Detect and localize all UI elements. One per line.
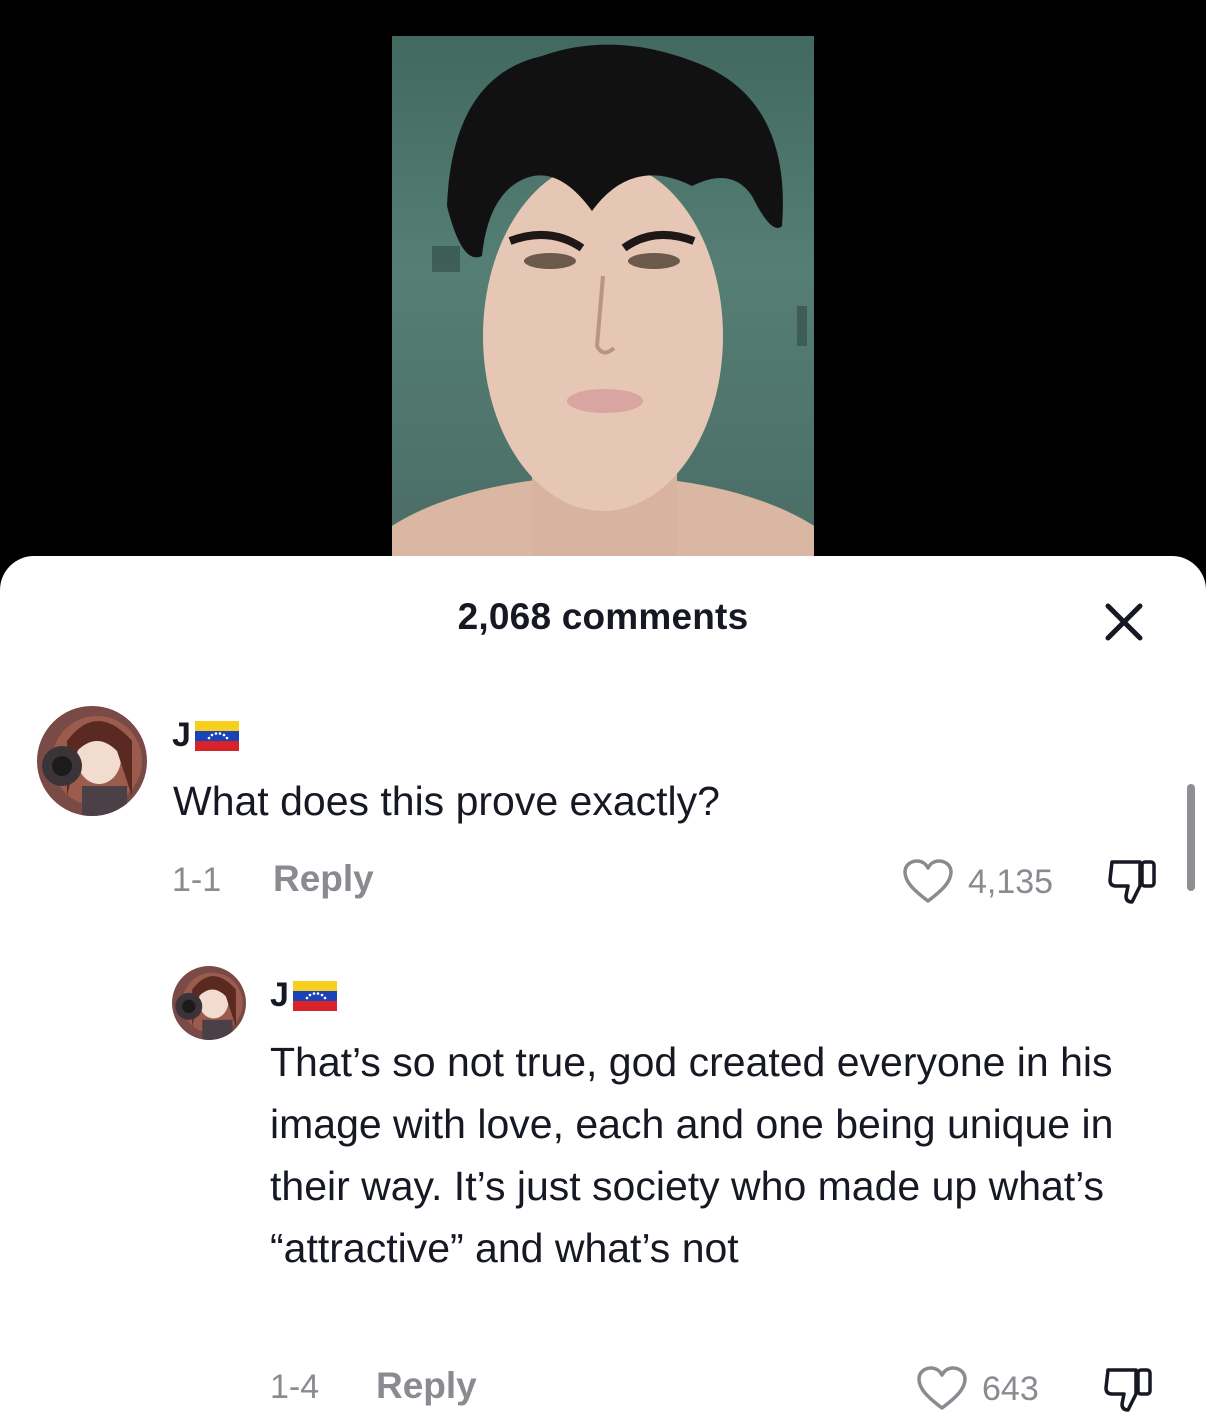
video-player[interactable]: [0, 0, 1206, 580]
avatar[interactable]: [37, 706, 147, 816]
heart-icon: [917, 1366, 967, 1410]
like-count: 4,135: [968, 862, 1054, 901]
thumbs-down-icon: [1108, 860, 1156, 904]
like-button[interactable]: 643: [916, 1366, 1039, 1412]
dislike-button[interactable]: [1104, 856, 1160, 913]
reply-username[interactable]: J: [270, 976, 337, 1015]
reply-button[interactable]: Reply: [376, 1365, 477, 1407]
close-button[interactable]: [1098, 596, 1150, 648]
comment-text: What does this prove exactly?: [173, 778, 720, 824]
comments-count-title: 2,068 comments: [457, 596, 749, 637]
like-count: 643: [982, 1369, 1039, 1408]
comment-username[interactable]: J: [172, 716, 239, 755]
venezuela-flag-icon: [292, 980, 337, 1011]
thumbs-down-icon: [1104, 1368, 1152, 1412]
comment-date: 1-1: [172, 861, 222, 899]
reply-button[interactable]: Reply: [273, 858, 374, 900]
scrollbar[interactable]: [1187, 784, 1195, 891]
username-text: J: [270, 976, 289, 1014]
reply-text: That’s so not true, god created everyone…: [270, 1039, 1114, 1271]
like-button[interactable]: 4,135: [902, 859, 1053, 905]
comments-sheet: 2,068 comments J What does this prove ex…: [0, 556, 1206, 1426]
venezuela-flag-icon: [194, 720, 239, 751]
reply-date: 1-4: [270, 1368, 320, 1406]
close-icon: [1105, 603, 1143, 641]
video-frame-image: [392, 36, 814, 556]
username-text: J: [172, 716, 191, 754]
avatar[interactable]: [172, 966, 246, 1040]
dislike-button[interactable]: [1100, 1364, 1156, 1421]
heart-icon: [903, 859, 953, 903]
